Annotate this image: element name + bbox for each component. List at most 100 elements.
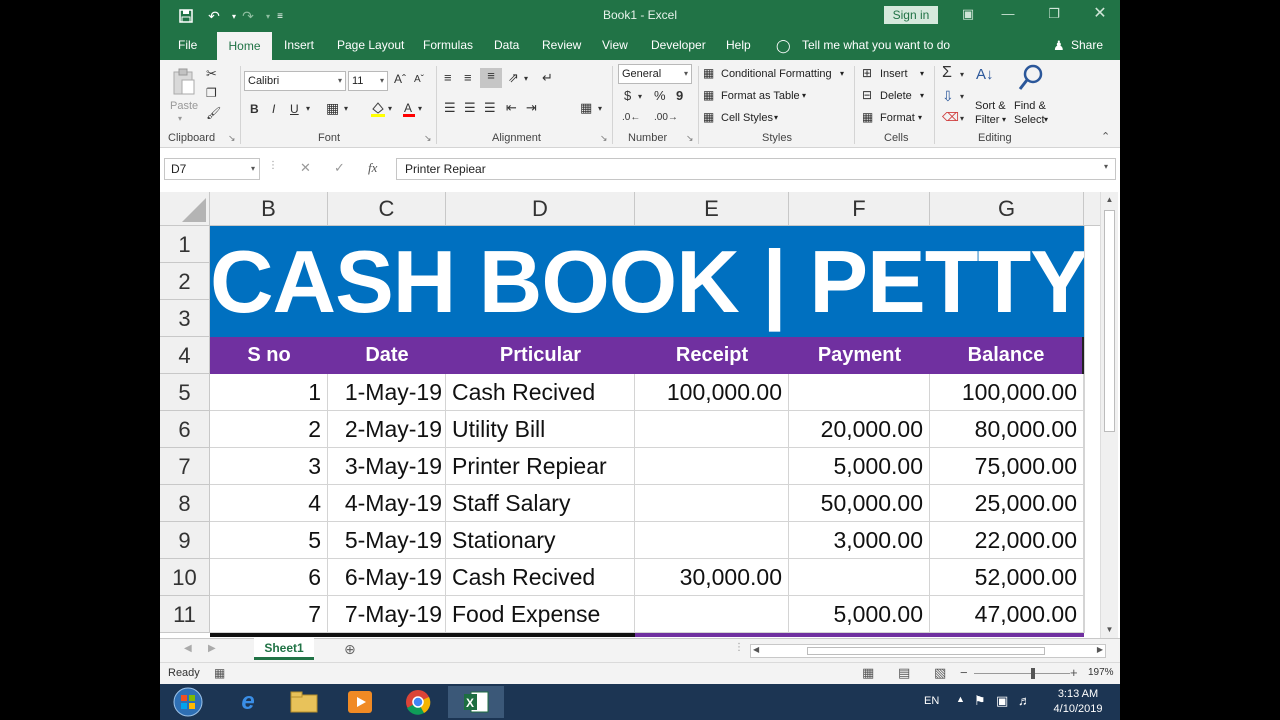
cell-payment[interactable] xyxy=(789,374,930,411)
cell-styles-icon[interactable]: ▦ xyxy=(703,110,714,124)
header-cell-balance[interactable]: Balance xyxy=(930,337,1084,374)
internet-explorer-icon[interactable]: e xyxy=(220,686,276,718)
clear-icon[interactable]: ⌫ xyxy=(942,110,959,124)
cell-particular[interactable]: Printer Repiear xyxy=(446,448,635,485)
cell-receipt[interactable] xyxy=(635,411,789,448)
number-launcher-icon[interactable]: ↘ xyxy=(686,133,694,144)
cell-styles-dropdown-icon[interactable]: ▾ xyxy=(774,113,778,122)
header-cell-date[interactable]: Date xyxy=(328,337,446,374)
cell-payment[interactable]: 20,000.00 xyxy=(789,411,930,448)
close-icon[interactable]: ✕ xyxy=(1086,4,1114,24)
horizontal-scrollbar[interactable]: ◀ ▶ xyxy=(750,644,1106,658)
delete-cells-dropdown-icon[interactable]: ▾ xyxy=(920,91,924,100)
zoom-level[interactable]: 197% xyxy=(1088,667,1114,678)
increase-indent-icon[interactable]: ⇥ xyxy=(526,100,537,116)
cell-payment[interactable]: 50,000.00 xyxy=(789,485,930,522)
row-header-8[interactable]: 8 xyxy=(160,485,210,522)
font-name-select[interactable]: Calibri ▾ xyxy=(244,71,346,91)
font-color-icon[interactable]: A xyxy=(402,100,416,121)
row-header-2[interactable]: 2 xyxy=(160,263,210,300)
fill-dropdown-icon[interactable]: ▾ xyxy=(960,92,964,101)
worksheet-grid[interactable]: B C D E F G 1 2 3 4 5 6 7 8 9 10 11 CASH… xyxy=(160,192,1120,638)
alignment-launcher-icon[interactable]: ↘ xyxy=(600,133,608,144)
paste-icon[interactable] xyxy=(172,68,196,96)
format-as-table-icon[interactable]: ▦ xyxy=(703,88,714,102)
macro-record-icon[interactable]: ▦ xyxy=(214,666,225,680)
enter-icon[interactable]: ✓ xyxy=(334,160,345,176)
chrome-icon[interactable] xyxy=(390,686,446,718)
percent-button[interactable]: % xyxy=(654,88,666,103)
header-cell-sno[interactable]: S no xyxy=(210,337,328,374)
align-bottom-icon[interactable]: ≡ xyxy=(480,68,502,88)
tab-split-handle-icon[interactable]: ⋮ xyxy=(734,642,744,653)
volume-icon[interactable]: ♬ xyxy=(1018,693,1031,708)
tab-file[interactable]: File xyxy=(178,38,197,52)
cell-balance[interactable]: 75,000.00 xyxy=(930,448,1084,485)
tray-expand-icon[interactable]: ▲ xyxy=(956,694,965,704)
wrap-text-icon[interactable]: ↵ xyxy=(542,70,553,86)
cell-balance[interactable]: 22,000.00 xyxy=(930,522,1084,559)
row-header-11[interactable]: 11 xyxy=(160,596,210,633)
cell-sno[interactable]: 2 xyxy=(210,411,328,448)
autosum-dropdown-icon[interactable]: ▾ xyxy=(960,70,964,79)
row-header-5[interactable]: 5 xyxy=(160,374,210,411)
row-header-6[interactable]: 6 xyxy=(160,411,210,448)
minimize-icon[interactable]: — xyxy=(994,4,1022,24)
format-cells-button[interactable]: Format xyxy=(880,112,915,124)
restore-icon[interactable]: ❐ xyxy=(1040,4,1068,24)
cell-date[interactable]: 5-May-19 xyxy=(328,522,446,559)
page-break-view-icon[interactable]: ▧ xyxy=(934,665,946,681)
decrease-indent-icon[interactable]: ⇤ xyxy=(506,100,517,116)
comma-style-button[interactable]: 9 xyxy=(676,88,683,103)
tab-insert[interactable]: Insert xyxy=(284,38,314,52)
cell-date[interactable]: 6-May-19 xyxy=(328,559,446,596)
underline-dropdown-icon[interactable]: ▾ xyxy=(306,104,310,113)
row-header-7[interactable]: 7 xyxy=(160,448,210,485)
input-language[interactable]: EN xyxy=(924,695,939,707)
header-cell-particular[interactable]: Prticular xyxy=(446,337,635,374)
taskbar-clock[interactable]: 3:13 AM 4/10/2019 xyxy=(1040,687,1116,717)
clear-dropdown-icon[interactable]: ▾ xyxy=(960,114,964,123)
page-layout-view-icon[interactable]: ▤ xyxy=(898,665,910,681)
start-button[interactable] xyxy=(160,686,216,718)
conditional-formatting-button[interactable]: Conditional Formatting xyxy=(721,68,832,80)
tab-page-layout[interactable]: Page Layout xyxy=(337,38,404,52)
column-h-cells[interactable] xyxy=(1084,226,1100,633)
insert-function-button[interactable]: fx xyxy=(368,160,377,176)
zoom-slider[interactable] xyxy=(974,673,1070,674)
cut-icon[interactable]: ✂ xyxy=(206,66,217,82)
find-select-icon[interactable] xyxy=(1018,64,1044,95)
cell-balance[interactable]: 25,000.00 xyxy=(930,485,1084,522)
row-header-4[interactable]: 4 xyxy=(160,337,210,374)
scroll-down-icon[interactable]: ▼ xyxy=(1101,622,1118,638)
row-header-9[interactable]: 9 xyxy=(160,522,210,559)
sort-filter-icon[interactable]: A↓ xyxy=(976,66,994,83)
cell-particular[interactable]: Cash Recived xyxy=(446,559,635,596)
tab-developer[interactable]: Developer xyxy=(651,38,706,52)
cell-payment[interactable] xyxy=(789,559,930,596)
borders-icon[interactable]: ▦ xyxy=(326,100,339,117)
vertical-scrollbar[interactable]: ▲ ▼ xyxy=(1100,192,1118,638)
tab-formulas[interactable]: Formulas xyxy=(423,38,473,52)
excel-taskbar-icon[interactable]: X xyxy=(448,686,504,718)
tab-help[interactable]: Help xyxy=(726,38,751,52)
tell-me-search[interactable]: Tell me what you want to do xyxy=(802,38,950,52)
sign-in-button[interactable]: Sign in xyxy=(884,6,938,24)
tab-view[interactable]: View xyxy=(602,38,628,52)
column-header-d[interactable]: D xyxy=(446,192,635,226)
delete-cells-button[interactable]: Delete xyxy=(880,90,912,102)
cell-date[interactable]: 7-May-19 xyxy=(328,596,446,633)
zoom-slider-thumb[interactable] xyxy=(1031,668,1035,679)
tab-home[interactable]: Home xyxy=(217,32,272,60)
bold-button[interactable]: B xyxy=(250,102,259,116)
row-header-3[interactable]: 3 xyxy=(160,300,210,337)
cell-receipt[interactable]: 100,000.00 xyxy=(635,374,789,411)
format-as-table-button[interactable]: Format as Table xyxy=(721,90,800,102)
format-cells-icon[interactable]: ▦ xyxy=(862,110,873,124)
header-cell-receipt[interactable]: Receipt xyxy=(635,337,789,374)
format-cells-dropdown-icon[interactable]: ▾ xyxy=(918,113,922,122)
insert-cells-button[interactable]: Insert xyxy=(880,68,908,80)
name-box[interactable]: D7 ▾ xyxy=(164,158,260,180)
column-header-h[interactable] xyxy=(1084,192,1100,226)
zoom-in-icon[interactable]: + xyxy=(1070,665,1078,680)
